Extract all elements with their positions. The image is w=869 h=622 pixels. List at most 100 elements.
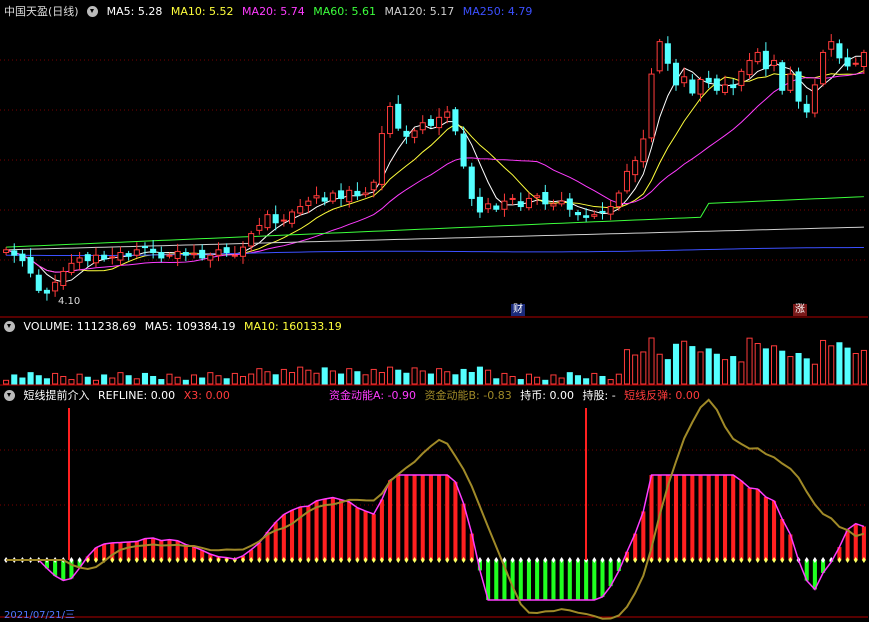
volume-bar [264,371,271,385]
volume-bar [174,376,181,385]
volume-bar [779,350,786,385]
fund-energy-a-line [6,474,865,601]
candle-body [656,41,663,72]
volume-bar [615,373,622,385]
candle-body [166,254,173,257]
volume-bar [860,349,867,385]
candle-body [452,109,459,132]
candle-body [321,197,328,202]
candle-body [141,246,149,249]
volume-bar [656,353,663,385]
candle-body [738,70,745,86]
candle-body [338,190,345,199]
candle-body [542,191,549,205]
stock-chart-svg[interactable] [0,0,869,621]
volume-bar [730,356,737,385]
candle-body [3,249,10,254]
candle-body [19,253,26,262]
volume-bar [705,348,712,385]
indicator-panel-marks [4,398,866,620]
candle-body [558,200,565,205]
candle-body [607,206,614,215]
candle-body [566,198,573,210]
volume-bar [427,373,434,385]
moving-average-lines [5,55,865,283]
candle-body [820,51,827,85]
volume-bar [109,377,116,385]
volume-bar [501,372,508,385]
volume-bar [542,379,549,385]
candle-body [713,78,720,91]
volume-bar [419,370,426,385]
volume-bar [141,372,149,385]
volume-bar [11,374,18,385]
volume-bar [297,366,304,385]
volume-bar [52,372,59,385]
candle-body [27,256,34,274]
volume-bar [125,375,132,385]
volume-bar [599,375,606,385]
volume-bar [68,379,75,385]
volume-bar [199,377,206,385]
low-price-label: 4.10 [58,296,81,307]
candle-body [697,78,704,95]
candle-body [460,133,467,167]
candle-body [550,203,557,207]
volume-bar [280,368,287,385]
candle-body [476,196,483,213]
volume-bar [231,372,238,385]
zhang-event-badge[interactable]: 涨 [793,304,807,316]
candle-body [771,60,778,66]
candle-body [640,138,647,163]
candle-body [493,205,500,210]
candle-body [803,103,810,113]
volume-bar [158,379,165,385]
volume-bar [84,376,91,385]
volume-bar [583,378,590,385]
volume-bar [648,337,655,385]
volume-bar [190,374,198,385]
candle-body [264,214,271,229]
volume-bar [697,351,704,385]
candle-body [60,270,67,287]
volume-bar [305,369,312,385]
volume-bar [493,378,500,385]
ma20-line [5,72,864,273]
candle-body [689,79,696,94]
cai-event-badge[interactable]: 财 [511,304,525,316]
candle-body [664,43,671,64]
candle-body [231,254,238,257]
candle-body [836,43,843,59]
candle-body [427,118,434,126]
volume-bar [166,373,173,385]
volume-bar [525,373,532,385]
candle-body [354,190,361,197]
volume-bar [27,372,34,385]
candle-body [223,247,230,254]
candle-body [721,84,729,93]
candle-body [525,197,532,209]
candle-body [199,249,206,259]
candle-body [158,252,165,259]
candle-body [68,262,75,274]
candle-body [730,84,737,89]
candle-body [256,224,263,231]
volume-bar [517,379,524,385]
candle-body [272,214,279,224]
grid-lines [0,59,868,618]
volume-bar [534,376,541,385]
volume-bar [591,372,598,385]
volume-bar [19,377,26,385]
candle-body [117,252,124,261]
candle-body [779,62,786,91]
volume-bar [256,368,263,385]
volume-bar [313,372,320,385]
candle-body [76,257,83,263]
candle-body [705,77,712,83]
volume-bar [92,379,99,385]
volume-bar [574,375,582,385]
volume-bar [664,359,671,385]
candle-body [509,197,516,200]
candle-body [574,212,582,216]
candle-body [534,195,541,198]
